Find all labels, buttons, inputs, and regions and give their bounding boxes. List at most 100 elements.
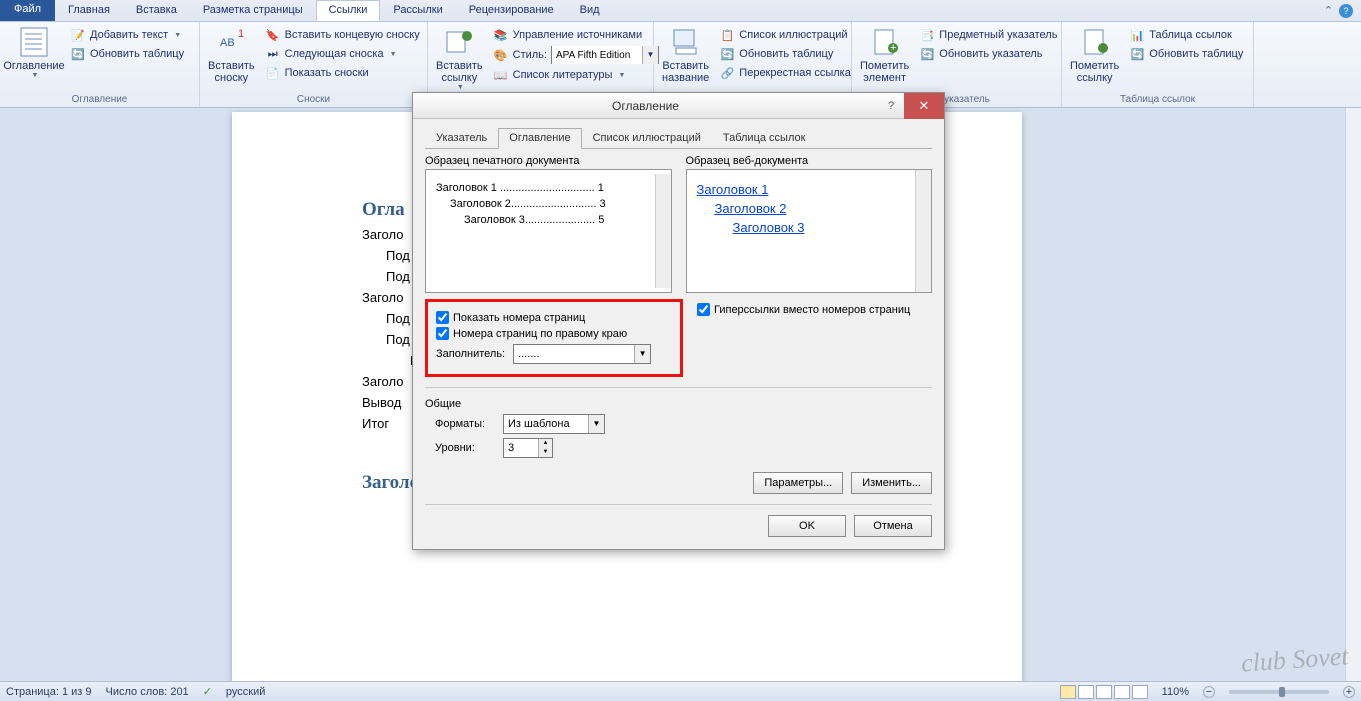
refresh-icon: 🔄	[70, 46, 86, 62]
preview-scrollbar[interactable]	[915, 170, 931, 292]
refresh-icon: 🔄	[1129, 46, 1145, 62]
web-preview-label: Образец веб-документа	[686, 155, 933, 167]
update-toc-button[interactable]: 🔄Обновить таблицу	[66, 45, 188, 63]
next-icon: ⏭	[265, 46, 281, 62]
tab-view[interactable]: Вид	[567, 0, 613, 21]
view-print-layout-icon[interactable]	[1060, 685, 1076, 699]
dialog-close-button[interactable]: ✕	[904, 93, 944, 119]
status-language[interactable]: русский	[226, 686, 265, 698]
ok-button[interactable]: OK	[768, 515, 846, 537]
list-icon: 📋	[719, 27, 735, 43]
cancel-button[interactable]: Отмена	[854, 515, 932, 537]
add-text-icon: 📝	[70, 27, 86, 43]
vertical-scrollbar[interactable]	[1345, 108, 1361, 681]
tab-references[interactable]: Ссылки	[316, 0, 381, 21]
spin-up-icon[interactable]: ▲	[539, 439, 552, 448]
options-button[interactable]: Параметры...	[753, 472, 843, 494]
zoom-out-icon[interactable]: −	[1203, 686, 1215, 698]
dialog-help-button[interactable]: ?	[878, 100, 904, 112]
table-of-figures-button[interactable]: 📋Список иллюстраций	[715, 26, 855, 44]
insert-endnote-button[interactable]: 🔖Вставить концевую сноску	[261, 26, 424, 44]
style-icon: 🎨	[493, 47, 509, 63]
style-value[interactable]	[552, 46, 642, 64]
svg-text:1: 1	[238, 28, 244, 40]
citation-style-combo[interactable]: 🎨Стиль: ▼	[489, 45, 663, 65]
update-figures-button[interactable]: 🔄Обновить таблицу	[715, 45, 855, 63]
chevron-down-icon[interactable]: ▼	[634, 345, 650, 363]
bibliography-button[interactable]: 📖Список литературы▼	[489, 66, 663, 84]
tab-insert[interactable]: Вставка	[123, 0, 190, 21]
zoom-slider[interactable]	[1229, 690, 1329, 694]
svg-text:AB: AB	[220, 37, 235, 49]
dlg-tab-toc[interactable]: Оглавление	[498, 128, 581, 149]
print-preview-label: Образец печатного документа	[425, 155, 672, 167]
chevron-down-icon: ▼	[32, 72, 39, 80]
mark-citation-button[interactable]: Пометить ссылку	[1068, 24, 1121, 84]
view-outline-icon[interactable]	[1114, 685, 1130, 699]
tab-page-layout[interactable]: Разметка страницы	[190, 0, 316, 21]
mark-icon: +	[869, 26, 901, 58]
dlg-tab-figures[interactable]: Список иллюстраций	[582, 128, 712, 149]
web-link-2[interactable]: Заголовок 2	[715, 201, 922, 216]
tab-mailings[interactable]: Рассылки	[380, 0, 455, 21]
update-index-button[interactable]: 🔄Обновить указатель	[915, 45, 1061, 63]
toc-button[interactable]: Оглавление▼	[6, 24, 62, 80]
add-text-button[interactable]: 📝Добавить текст▼	[66, 26, 188, 44]
chevron-down-icon[interactable]: ▼	[588, 415, 604, 433]
help-icon[interactable]: ?	[1339, 4, 1353, 18]
table-icon: 📊	[1129, 27, 1145, 43]
dlg-tab-authorities[interactable]: Таблица ссылок	[712, 128, 817, 149]
tab-review[interactable]: Рецензирование	[456, 0, 567, 21]
file-tab[interactable]: Файл	[0, 0, 55, 21]
tab-home[interactable]: Главная	[55, 0, 123, 21]
web-preview: Заголовок 1 Заголовок 2 Заголовок 3	[686, 169, 933, 293]
table-authorities-button[interactable]: 📊Таблица ссылок	[1125, 26, 1247, 44]
view-web-icon[interactable]	[1096, 685, 1112, 699]
group-label-toc: Оглавление	[6, 93, 193, 107]
insert-citation-button[interactable]: Вставить ссылку▼	[434, 24, 485, 92]
caption-icon	[670, 26, 702, 58]
insert-index-button[interactable]: 📑Предметный указатель	[915, 26, 1061, 44]
print-preview: Заголовок 1 ............................…	[425, 169, 672, 293]
mark-citation-icon	[1079, 26, 1111, 58]
general-label: Общие	[425, 398, 932, 410]
preview-scrollbar[interactable]	[655, 174, 671, 288]
levels-label: Уровни:	[435, 442, 495, 454]
cross-reference-button[interactable]: 🔗Перекрестная ссылка	[715, 64, 855, 82]
manage-sources-button[interactable]: 📚Управление источниками	[489, 26, 663, 44]
group-label-footnotes: Сноски	[206, 93, 421, 107]
insert-caption-button[interactable]: Вставить название	[660, 24, 711, 84]
status-page[interactable]: Страница: 1 из 9	[6, 686, 92, 698]
show-page-numbers-checkbox[interactable]: Показать номера страниц	[436, 311, 672, 324]
modify-button[interactable]: Изменить...	[851, 472, 932, 494]
status-words[interactable]: Число слов: 201	[106, 686, 189, 698]
view-draft-icon[interactable]	[1132, 685, 1148, 699]
dialog-title: Оглавление	[413, 99, 878, 113]
refresh-icon: 🔄	[719, 46, 735, 62]
endnote-icon: 🔖	[265, 27, 281, 43]
svg-text:+: +	[890, 42, 896, 54]
manage-icon: 📚	[493, 27, 509, 43]
spin-down-icon[interactable]: ▼	[539, 448, 552, 457]
levels-input[interactable]	[504, 439, 538, 457]
formats-select[interactable]	[504, 415, 588, 433]
footnote-icon: AB1	[215, 26, 247, 58]
right-align-checkbox[interactable]: Номера страниц по правому краю	[436, 327, 672, 340]
view-fullscreen-icon[interactable]	[1078, 685, 1094, 699]
crossref-icon: 🔗	[719, 65, 735, 81]
show-footnotes-button[interactable]: 📄Показать сноски	[261, 64, 424, 82]
minimize-ribbon-icon[interactable]: ⌃	[1324, 4, 1333, 17]
update-authorities-button[interactable]: 🔄Обновить таблицу	[1125, 45, 1247, 63]
web-link-3[interactable]: Заголовок 3	[733, 220, 922, 235]
insert-footnote-button[interactable]: AB1 Вставить сноску	[206, 24, 257, 84]
zoom-in-icon[interactable]: +	[1343, 686, 1355, 698]
next-footnote-button[interactable]: ⏭Следующая сноска▼	[261, 45, 424, 63]
zoom-level[interactable]: 110%	[1162, 686, 1189, 698]
filler-label: Заполнитель:	[436, 348, 505, 360]
mark-entry-button[interactable]: + Пометить элемент	[858, 24, 911, 84]
dlg-tab-index[interactable]: Указатель	[425, 128, 498, 149]
hyperlinks-checkbox[interactable]: Гиперссылки вместо номеров страниц	[697, 303, 910, 316]
filler-input[interactable]	[514, 345, 634, 363]
spellcheck-icon[interactable]: ✓	[203, 685, 212, 698]
web-link-1[interactable]: Заголовок 1	[697, 182, 922, 197]
